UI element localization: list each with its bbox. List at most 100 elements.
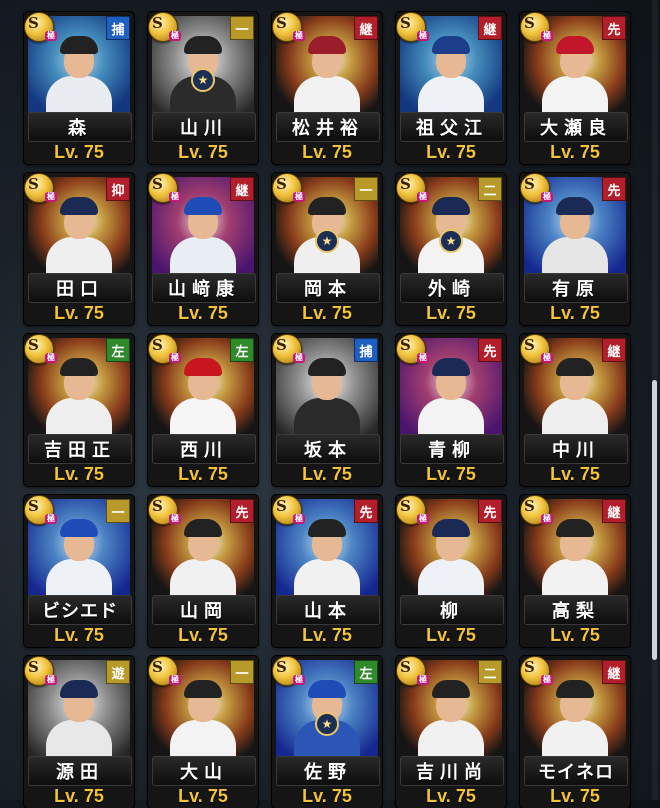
- player-figure: [416, 356, 486, 436]
- player-card[interactable]: ★ S 極 一山川 Lv. 75: [148, 12, 258, 164]
- kiwami-label: 極: [417, 192, 429, 202]
- player-name: 祖父江: [416, 118, 488, 139]
- position-badge: 継: [602, 338, 626, 362]
- rank-letter: S: [152, 336, 163, 354]
- player-level: Lv. 75: [426, 463, 476, 484]
- rank-badge-icon: S極: [148, 495, 181, 525]
- player-card[interactable]: S 極 継祖父江 Lv. 75: [396, 12, 506, 164]
- player-figure: [540, 678, 610, 758]
- player-card[interactable]: S 極 左吉田正 Lv. 75: [24, 334, 134, 486]
- player-card[interactable]: S 極 先山本 Lv. 75: [272, 495, 382, 647]
- star-emblem-icon: ★: [439, 229, 463, 253]
- player-name: 大瀬良: [540, 118, 612, 139]
- player-card[interactable]: S 極 捕坂本 Lv. 75: [272, 334, 382, 486]
- rank-letter: S: [152, 658, 163, 676]
- name-plate: 柳: [400, 595, 504, 625]
- player-name: 佐野: [304, 762, 352, 783]
- player-name: 吉田正: [44, 440, 116, 461]
- player-card[interactable]: S 極 二吉川尚 Lv. 75: [396, 656, 506, 808]
- player-name: 坂本: [304, 440, 352, 461]
- player-card[interactable]: S 極 先青柳 Lv. 75: [396, 334, 506, 486]
- rank-badge-icon: S極: [24, 495, 57, 525]
- player-level: Lv. 75: [178, 141, 228, 162]
- player-name: 青柳: [428, 440, 476, 461]
- kiwami-label: 極: [417, 514, 429, 524]
- player-name: 山川: [180, 118, 228, 139]
- player-level: Lv. 75: [550, 302, 600, 323]
- rank-badge-icon: S極: [272, 12, 305, 42]
- player-card[interactable]: S 極 先有原 Lv. 75: [520, 173, 630, 325]
- player-name: 外崎: [428, 279, 476, 300]
- player-card[interactable]: S 極 左西川 Lv. 75: [148, 334, 258, 486]
- kiwami-label: 極: [293, 353, 305, 363]
- player-name: 高梨: [552, 601, 600, 622]
- kiwami-label: 極: [169, 192, 181, 202]
- name-plate: 有原: [524, 273, 628, 303]
- rank-badge-icon: S極: [148, 12, 181, 42]
- name-plate: 青柳: [400, 434, 504, 464]
- player-card[interactable]: S 極 遊源田 Lv. 75: [24, 656, 134, 808]
- rank-letter: S: [400, 175, 411, 193]
- player-name: 山本: [304, 601, 352, 622]
- name-plate: 源田: [28, 756, 132, 786]
- name-plate: 大山: [152, 756, 256, 786]
- rank-badge-icon: S極: [396, 495, 429, 525]
- rank-badge-icon: S極: [520, 173, 553, 203]
- player-figure: [416, 517, 486, 597]
- player-card[interactable]: S 極 継山﨑康 Lv. 75: [148, 173, 258, 325]
- player-name: 源田: [56, 762, 104, 783]
- player-card[interactable]: S 極 継高梨 Lv. 75: [520, 495, 630, 647]
- player-card[interactable]: ★ S 極 一岡本 Lv. 75: [272, 173, 382, 325]
- player-card[interactable]: ★ S 極 二外崎 Lv. 75: [396, 173, 506, 325]
- player-figure: [168, 356, 238, 436]
- player-card[interactable]: ★ S 極 左佐野 Lv. 75: [272, 656, 382, 808]
- player-name: 中川: [552, 440, 600, 461]
- kiwami-label: 極: [45, 353, 57, 363]
- player-card[interactable]: S 極 一大山 Lv. 75: [148, 656, 258, 808]
- name-plate: 祖父江: [400, 112, 504, 142]
- player-name: 吉川尚: [416, 762, 488, 783]
- name-plate: 吉川尚: [400, 756, 504, 786]
- position-badge: 継: [354, 16, 378, 40]
- player-card[interactable]: S 極 継モイネロ Lv. 75: [520, 656, 630, 808]
- player-level: Lv. 75: [54, 624, 104, 645]
- player-level: Lv. 75: [178, 624, 228, 645]
- rank-letter: S: [524, 336, 535, 354]
- scrollbar-thumb[interactable]: [652, 380, 657, 660]
- position-badge: 先: [602, 177, 626, 201]
- position-badge: 捕: [106, 16, 130, 40]
- star-emblem-icon: ★: [315, 712, 339, 736]
- name-plate: モイネロ: [524, 756, 628, 786]
- player-figure: [44, 517, 114, 597]
- kiwami-label: 極: [169, 353, 181, 363]
- kiwami-label: 極: [541, 675, 553, 685]
- position-badge: 二: [478, 660, 502, 684]
- player-card[interactable]: S 極 捕森 Lv. 75: [24, 12, 134, 164]
- rank-letter: S: [524, 175, 535, 193]
- kiwami-label: 極: [45, 675, 57, 685]
- player-card[interactable]: S 極 先山岡 Lv. 75: [148, 495, 258, 647]
- player-card[interactable]: S 極 抑田口 Lv. 75: [24, 173, 134, 325]
- rank-letter: S: [276, 497, 287, 515]
- rank-letter: S: [276, 658, 287, 676]
- player-card[interactable]: S 極 一ビシエド Lv. 75: [24, 495, 134, 647]
- player-name: 大山: [180, 762, 228, 783]
- player-figure: [168, 195, 238, 275]
- player-card[interactable]: S 極 継中川 Lv. 75: [520, 334, 630, 486]
- rank-letter: S: [524, 497, 535, 515]
- player-card[interactable]: S 極 先柳 Lv. 75: [396, 495, 506, 647]
- kiwami-label: 極: [293, 514, 305, 524]
- player-card[interactable]: S 極 継松井裕 Lv. 75: [272, 12, 382, 164]
- rank-letter: S: [28, 497, 39, 515]
- player-figure: [44, 195, 114, 275]
- player-name: 松井裕: [292, 118, 364, 139]
- player-name: モイネロ: [538, 762, 614, 783]
- rank-badge-icon: S極: [520, 495, 553, 525]
- name-plate: 外崎: [400, 273, 504, 303]
- position-badge: 先: [230, 499, 254, 523]
- rank-letter: S: [400, 14, 411, 32]
- name-plate: 高梨: [524, 595, 628, 625]
- rank-badge-icon: S極: [24, 656, 57, 686]
- name-plate: 吉田正: [28, 434, 132, 464]
- player-card[interactable]: S 極 先大瀬良 Lv. 75: [520, 12, 630, 164]
